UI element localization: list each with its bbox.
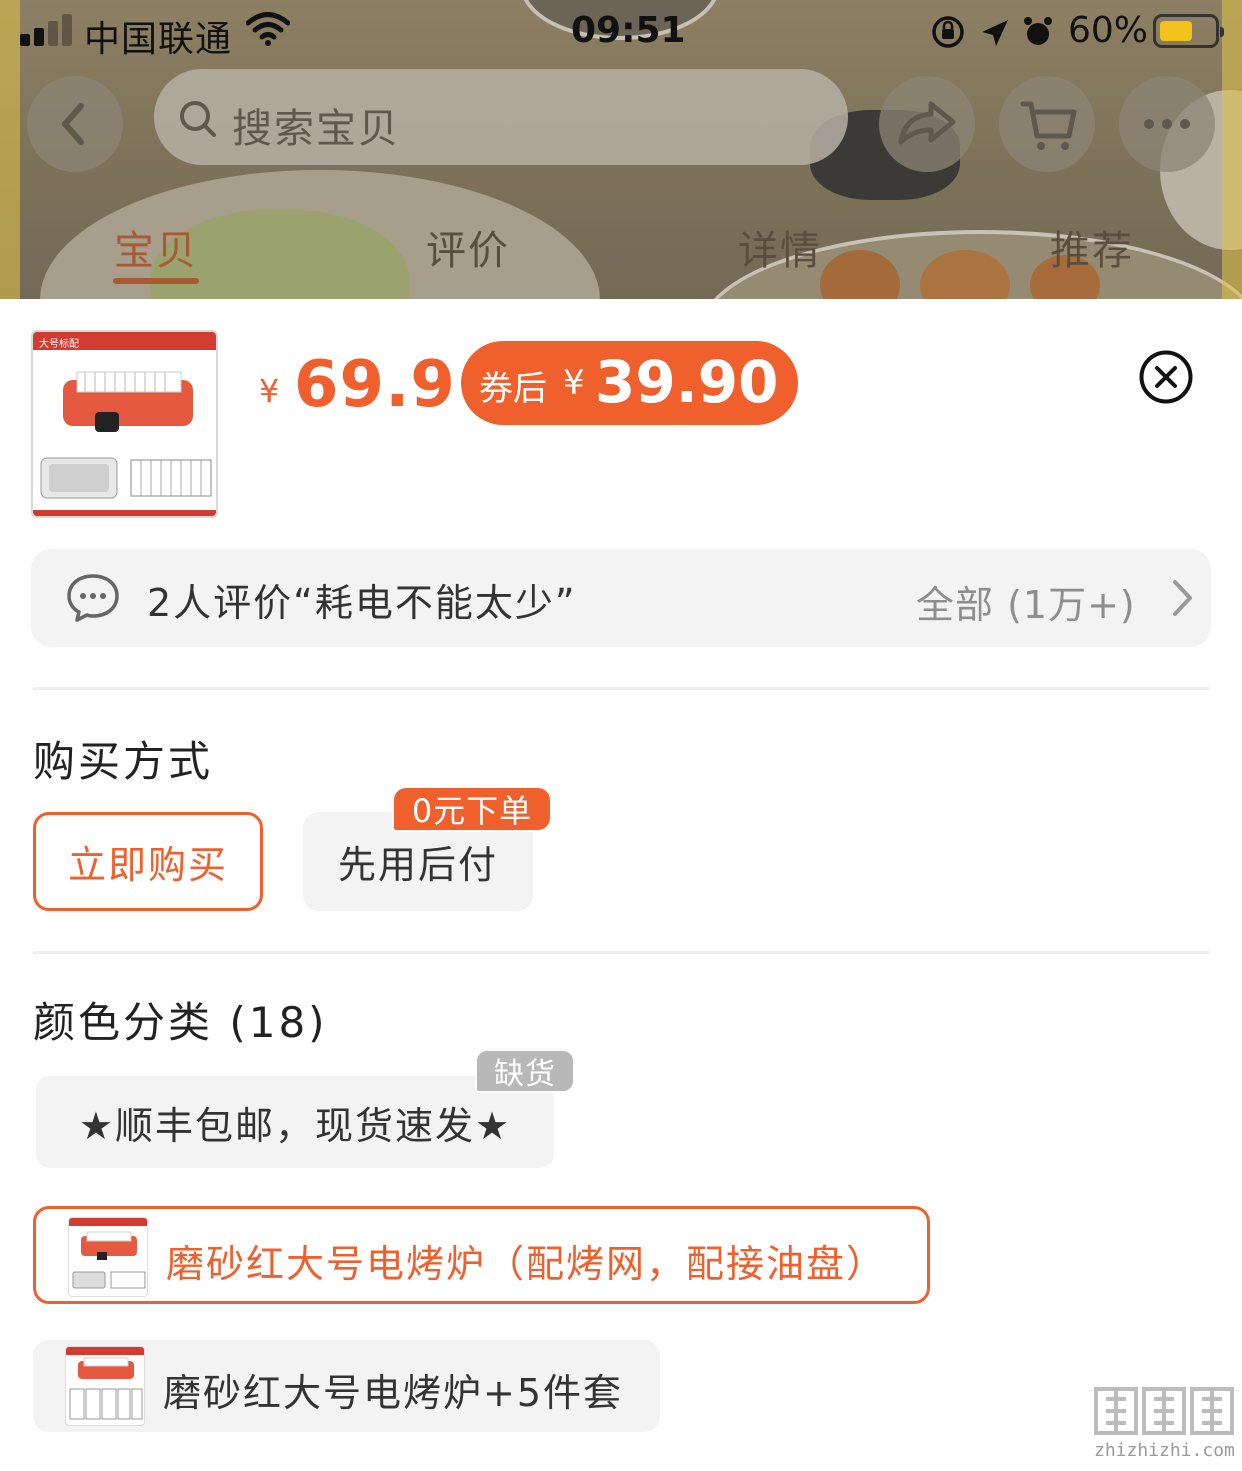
close-button[interactable] (1139, 350, 1193, 404)
dimmed-background[interactable]: 中国联通 09:51 60% 搜索宝贝 宝贝 评价 详情 推荐 (0, 0, 1242, 299)
cart-button[interactable] (999, 76, 1095, 172)
zero-down-badge: 0元下单 (392, 786, 552, 832)
grill-image (40, 371, 212, 499)
rotation-lock-icon (932, 16, 964, 48)
chevron-left-icon (62, 103, 84, 145)
thumbnail-title: 大号标配 (39, 339, 79, 350)
cart-icon (1020, 101, 1077, 150)
battery-level (1160, 21, 1192, 41)
wifi-icon (246, 12, 290, 46)
out-of-stock-badge: 缺货 (475, 1049, 575, 1093)
chat-bubble-icon (67, 574, 119, 622)
tab-details[interactable]: 详情 (738, 218, 822, 276)
carrier-label: 中国联通 (84, 19, 233, 60)
search-placeholder: 搜索宝贝 (232, 106, 400, 152)
color-option-grill-standard[interactable]: 磨砂红大号电烤炉（配烤网，配接油盘） (33, 1206, 930, 1304)
option-thumbnail (68, 1217, 148, 1297)
review-all-link[interactable]: 全部 (1万+) (916, 574, 1136, 629)
back-button[interactable] (27, 76, 123, 172)
share-icon (898, 101, 956, 145)
coupon-label: 券后 (479, 369, 547, 409)
clock: 09:51 (571, 10, 686, 51)
coupon-currency: ¥ (563, 363, 585, 403)
color-category-title: 颜色分类 (18) (33, 998, 328, 1047)
status-icons (932, 16, 1052, 48)
divider (33, 951, 1209, 954)
tab-reviews[interactable]: 评价 (426, 218, 510, 276)
share-button[interactable] (879, 76, 975, 172)
search-icon (180, 101, 216, 137)
tab-underline (113, 278, 199, 284)
location-icon (982, 20, 1008, 46)
price: 69.9 (294, 348, 456, 422)
battery-percent: 60% (1068, 10, 1149, 51)
watermark-text: zhizhizhi.com (1094, 1440, 1235, 1461)
more-icon (1144, 119, 1190, 129)
coupon-price: 39.90 (595, 348, 779, 416)
more-button[interactable] (1119, 76, 1215, 172)
chevron-right-icon (1173, 580, 1192, 616)
status-bar: 中国联通 09:51 60% (0, 0, 1242, 64)
alarm-icon (1024, 17, 1052, 45)
divider (33, 687, 1209, 690)
color-option-grill-5pc[interactable]: 磨砂红大号电烤炉+5件套 (33, 1340, 660, 1432)
coupon-price-badge: 券后 ¥ 39.90 (461, 341, 798, 425)
review-summary-text: 2人评价“耗电不能太少” (147, 581, 577, 625)
buy-now-option[interactable]: 立即购买 (33, 812, 263, 911)
tab-baobei[interactable]: 宝贝 (114, 218, 198, 276)
purchase-method-title: 购买方式 (33, 737, 214, 786)
price-currency: ¥ (259, 372, 280, 410)
battery-icon (1153, 14, 1224, 48)
option-label: 磨砂红大号电烤炉（配烤网，配接油盘） (166, 1242, 887, 1286)
option-thumbnail (65, 1346, 145, 1426)
signal-icon (20, 14, 74, 46)
tab-recommend[interactable]: 推荐 (1050, 218, 1134, 276)
product-thumbnail[interactable]: 大号标配 (31, 330, 218, 518)
option-label: 磨砂红大号电烤炉+5件套 (163, 1371, 624, 1415)
watermark-logo (1094, 1387, 1234, 1435)
